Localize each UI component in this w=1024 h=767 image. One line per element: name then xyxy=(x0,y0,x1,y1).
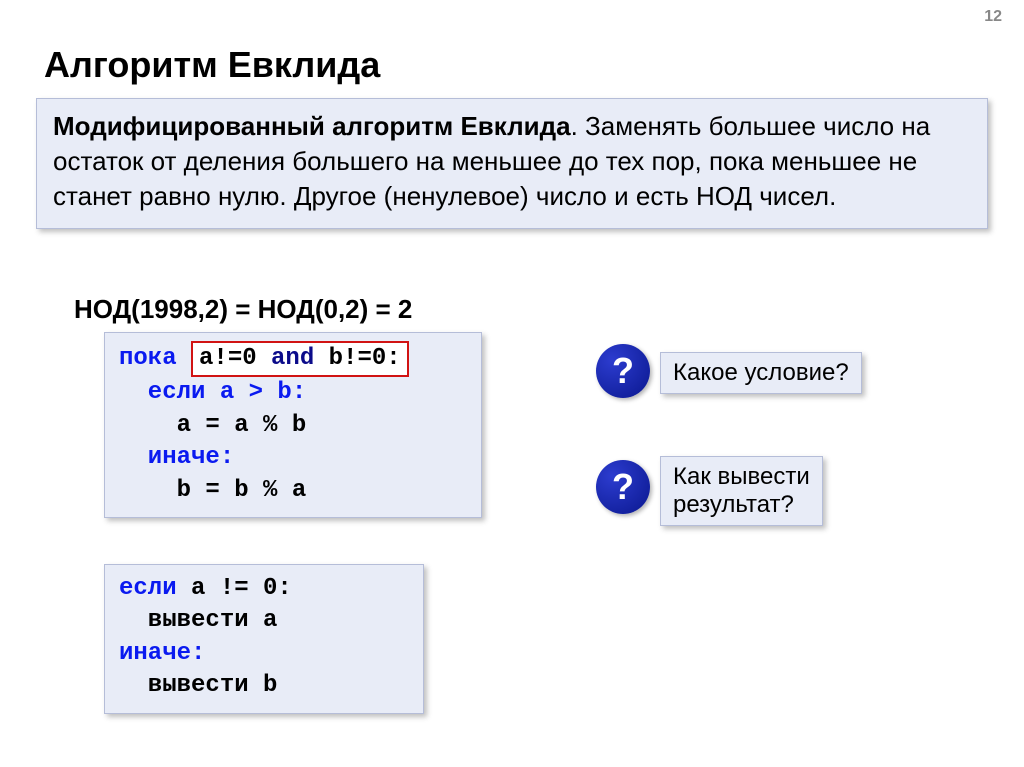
cond-b: b!=0: xyxy=(314,345,400,372)
code-line: вывести b xyxy=(119,670,409,702)
page-number: 12 xyxy=(984,8,1002,26)
code-cond: a != 0: xyxy=(177,575,292,602)
cond-a: a!=0 xyxy=(199,345,271,372)
description-strong: Модифицированный алгоритм Евклида xyxy=(53,111,571,141)
kw-while: пока xyxy=(119,345,191,372)
condition-frame: a!=0 and b!=0: xyxy=(191,341,409,377)
code-line: вывести a xyxy=(119,605,409,637)
code-line: b = b % a xyxy=(119,475,467,507)
code-line: если a > b: xyxy=(119,377,467,409)
question2-label: Как вывести результат? xyxy=(660,456,823,526)
description-box: Модифицированный алгоритм Евклида. Замен… xyxy=(36,98,988,229)
kw-else: иначе: xyxy=(119,638,409,670)
question-mark-icon: ? xyxy=(596,344,650,398)
kw-and: and xyxy=(271,345,314,372)
slide-title: Алгоритм Евклида xyxy=(44,44,380,86)
equation-text: НОД(1998,2) = НОД(0,2) = 2 xyxy=(74,294,412,325)
code-block-loop: пока a!=0 and b!=0: если a > b: a = a % … xyxy=(104,332,482,518)
code-line: иначе: xyxy=(119,442,467,474)
question1-label: Какое условие? xyxy=(660,352,862,394)
question2-line2: результат? xyxy=(673,491,810,519)
code-block-output: если a != 0: вывести a иначе: вывести b xyxy=(104,564,424,714)
question2-line1: Как вывести xyxy=(673,463,810,491)
question-mark-icon: ? xyxy=(596,460,650,514)
kw-if: если xyxy=(119,575,177,602)
code-line: a = a % b xyxy=(119,410,467,442)
